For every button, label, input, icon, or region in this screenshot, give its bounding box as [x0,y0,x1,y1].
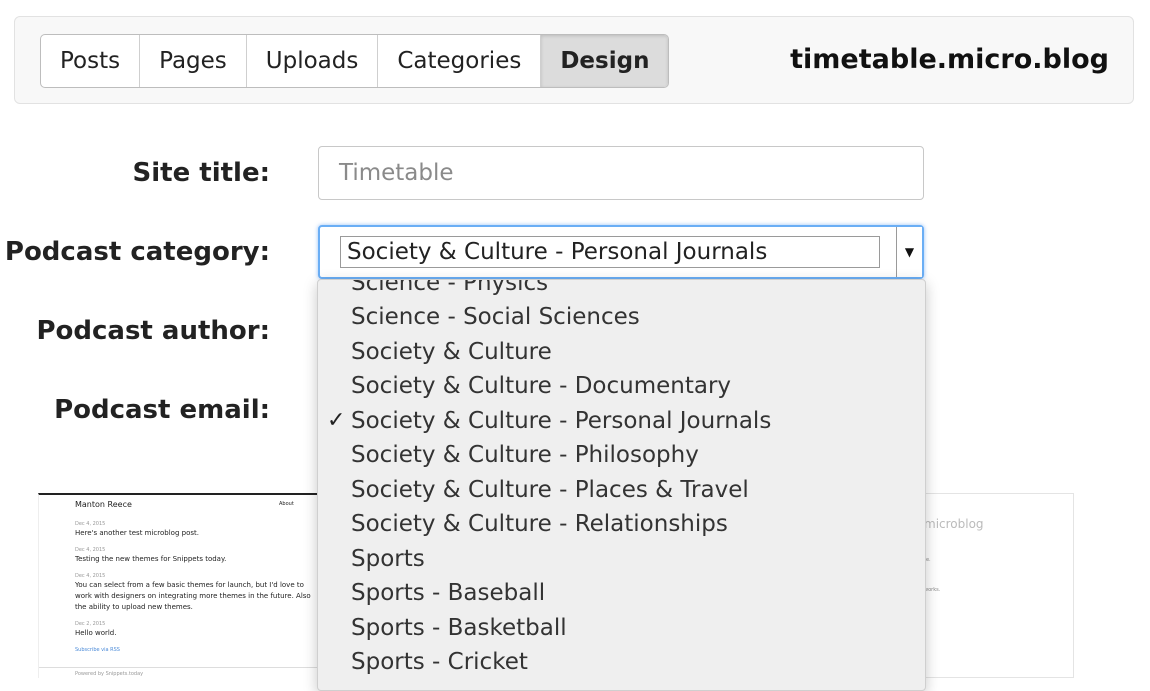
podcast-category-dropdown-list[interactable]: Science - Physics Science - Social Scien… [317,279,926,691]
preview-post-text: You can select from a few basic themes f… [75,581,304,589]
preview-post-date: Dec 4, 2015 [75,521,106,527]
tab-categories[interactable]: Categories [378,35,542,87]
top-navigation-bar: Posts Pages Uploads Categories Design ti… [14,16,1134,104]
preview-post-date: Dec 2, 2015 [75,621,106,627]
tab-design[interactable]: Design [541,35,669,87]
preview-post-date: Dec 4, 2015 [75,573,106,579]
dropdown-option[interactable]: Sports - Cricket [318,645,925,679]
dropdown-option[interactable]: Society & Culture - Documentary [318,369,925,403]
dropdown-option[interactable]: Sports - Baseball [318,576,925,610]
dropdown-option[interactable]: Science - Social Sciences [318,300,925,334]
preview-footer-text: Powered by Snippets.today [75,671,144,677]
tab-posts[interactable]: Posts [41,35,141,87]
theme-preview-thumbnail-2[interactable]: microblog te. works. [922,493,1074,678]
podcast-category-label: Podcast category: [4,237,270,267]
preview-author: Manton Reece [75,500,132,509]
dropdown-option[interactable]: Sports - Basketball [318,611,925,645]
dropdown-option-label: Society & Culture - Personal Journals [351,408,772,434]
preview-post-text: Here's another test microblog post. [75,529,199,537]
podcast-category-value: Society & Culture - Personal Journals [340,236,880,268]
preview-post-text: Testing the new themes for Snippets toda… [75,555,227,563]
site-domain[interactable]: timetable.micro.blog [790,44,1109,75]
caret-down-icon: ▼ [904,245,915,259]
dropdown-option[interactable]: Sports [318,542,925,576]
preview-text: works. [924,587,941,593]
site-title-input[interactable]: Timetable [318,146,924,200]
preview-footer-divider [39,667,320,668]
podcast-email-label: Podcast email: [54,395,270,425]
podcast-category-select[interactable]: Society & Culture - Personal Journals ▼ [318,225,924,279]
tab-pages[interactable]: Pages [140,35,247,87]
preview-post-date: Dec 4, 2015 [75,547,106,553]
site-title-label: Site title: [132,158,270,188]
dropdown-option[interactable]: Society & Culture - Philosophy [318,438,925,472]
preview-post-text: Hello world. [75,629,117,637]
dropdown-option[interactable]: Science - Physics [318,280,925,300]
tab-uploads[interactable]: Uploads [247,35,379,87]
preview-nav-link: About [279,501,294,507]
dropdown-option[interactable]: Society & Culture - Relationships [318,507,925,541]
dropdown-option[interactable]: Society & Culture [318,335,925,369]
preview-title: microblog [924,517,984,531]
podcast-author-label: Podcast author: [36,316,270,346]
dropdown-option[interactable]: Society & Culture - Places & Travel [318,473,925,507]
dropdown-arrow-button[interactable]: ▼ [896,227,922,277]
preview-post-text: the ability to upload new themes. [75,603,193,611]
preview-post-text: work with designers on integrating more … [75,592,311,600]
checkmark-icon: ✓ [327,408,346,433]
dropdown-option-selected[interactable]: ✓ Society & Culture - Personal Journals [318,404,925,438]
preview-subscribe-link: Subscribe via RSS [75,647,120,653]
theme-preview-thumbnail[interactable]: Manton Reece About Dec 4, 2015 Here's an… [38,493,320,678]
section-tabs: Posts Pages Uploads Categories Design [40,34,670,88]
